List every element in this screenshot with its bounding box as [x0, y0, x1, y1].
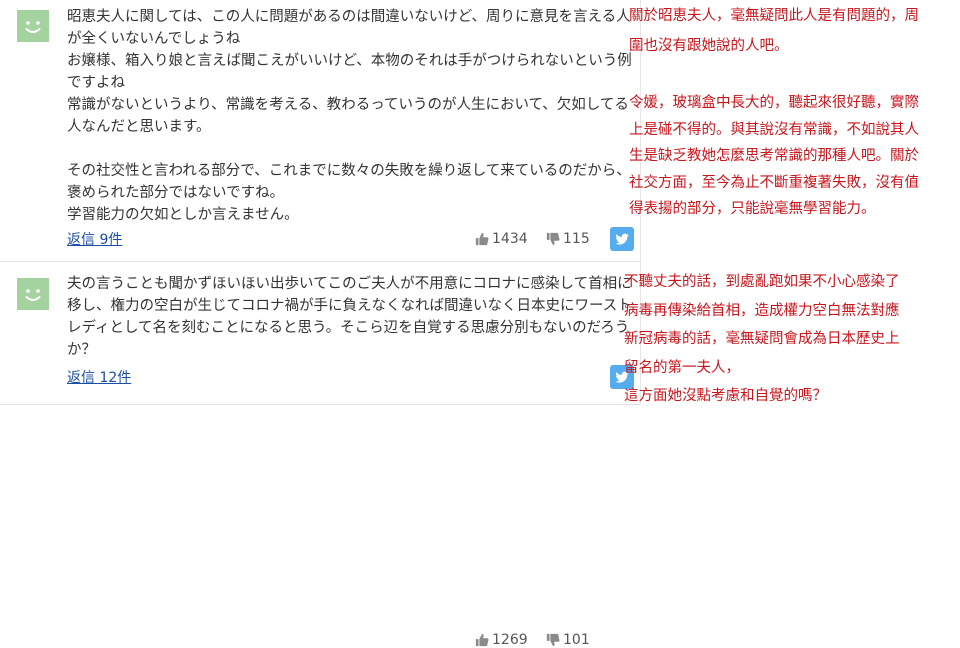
twitter-icon [615, 233, 629, 245]
avatar [17, 10, 49, 42]
translation-note-3: 不聽丈夫的話，到處亂跑如果不小心感染了 病毒再傳染給首相，造成權力空白無法對應 … [624, 274, 900, 404]
thumbs-down-icon [546, 633, 560, 647]
dislike-button[interactable]: 115 [546, 231, 590, 247]
comment-item: 昭恵夫人に関しては、この人に問題があるのは間違いないけど、周りに意見を言える人が… [0, 0, 640, 262]
like-button[interactable]: 1269 [475, 632, 528, 648]
like-count: 1269 [492, 632, 528, 648]
dislike-button[interactable]: 101 [546, 632, 590, 648]
thumbs-down-icon [546, 232, 560, 246]
smiley-avatar-icon [17, 10, 49, 42]
reply-link[interactable]: 返信 9件 [67, 229, 122, 249]
like-count: 1434 [492, 231, 528, 247]
thumbs-up-icon [475, 633, 489, 647]
comment-text: 昭恵夫人に関しては、この人に問題があるのは間違いないけど、周りに意見を言える人が… [67, 9, 632, 223]
like-button[interactable]: 1434 [475, 231, 528, 247]
translation-note-2: 令媛，玻璃盒中長大的，聽起來很好聽，實際 上是碰不得的。與其說沒有常識，不如說其… [629, 95, 919, 217]
translation-note-1: 關於昭恵夫人，毫無疑問此人是有問題的，周 圍也沒有跟她說的人吧。 [629, 8, 919, 54]
thumbs-up-icon [475, 232, 489, 246]
avatar [17, 278, 49, 310]
dislike-count: 115 [563, 231, 590, 247]
comments-panel: 昭恵夫人に関しては、この人に問題があるのは間違いないけど、周りに意見を言える人が… [0, 0, 641, 648]
comment-item: 夫の言うことも聞かずほいほい出歩いてこのご夫人が不用意にコロナに感染して首相に移… [0, 263, 640, 648]
twitter-share-button[interactable] [610, 227, 634, 251]
reply-link[interactable]: 返信 12件 [67, 367, 131, 387]
dislike-count: 101 [563, 632, 590, 648]
comment-text: 夫の言うことも聞かずほいほい出歩いてこのご夫人が不用意にコロナに感染して首相に移… [67, 276, 632, 358]
smiley-avatar-icon [17, 278, 49, 310]
